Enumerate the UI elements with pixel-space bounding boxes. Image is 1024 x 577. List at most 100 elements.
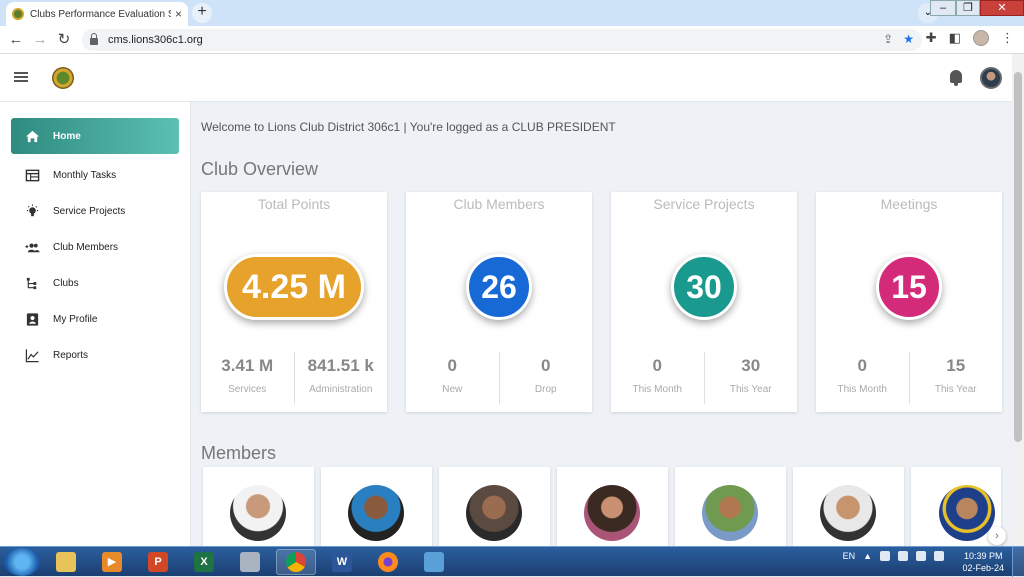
start-button[interactable] xyxy=(4,548,40,576)
projects-this-month-value: 0 xyxy=(652,356,662,375)
powerpoint-icon: P xyxy=(148,552,168,572)
browser-menu-icon[interactable]: ⋮ xyxy=(1001,30,1014,46)
taskbar-calculator[interactable] xyxy=(230,549,270,575)
language-indicator[interactable]: EN xyxy=(843,551,856,561)
taskbar-clock[interactable]: 10:39 PM 02-Feb-24 xyxy=(962,550,1004,574)
meetings-this-year-value: 15 xyxy=(946,356,966,375)
close-window-button[interactable]: ✕ xyxy=(980,0,1024,16)
share-icon[interactable]: ⇪ xyxy=(883,32,893,46)
administration-label: Administration xyxy=(309,384,373,395)
carousel-next-button[interactable]: › xyxy=(988,527,1006,545)
card-title: Service Projects xyxy=(653,196,755,212)
page-scrollbar[interactable] xyxy=(1012,54,1024,546)
bookmark-star-icon[interactable]: ★ xyxy=(903,32,914,46)
new-members-value: 0 xyxy=(447,356,457,375)
member-avatar xyxy=(230,485,286,541)
taskbar-photo-viewer[interactable] xyxy=(414,549,454,575)
back-arrow-icon[interactable]: ← xyxy=(6,30,26,50)
taskbar-powerpoint[interactable]: P xyxy=(138,549,178,575)
excel-icon: X xyxy=(194,552,214,572)
volume-icon[interactable] xyxy=(934,551,944,561)
address-bar[interactable]: cms.lions306c1.org ⇪ ★ xyxy=(82,29,922,51)
this-year-label: This Year xyxy=(934,384,977,395)
network-signal-icon[interactable] xyxy=(898,551,908,561)
sidebar-item-label: Monthly Tasks xyxy=(53,169,117,181)
club-members-card: Club Members 26 0 New 0 Drop xyxy=(406,192,592,412)
new-tab-button[interactable]: + xyxy=(192,3,212,23)
card-title: Meetings xyxy=(880,196,938,212)
action-center-icon[interactable] xyxy=(880,551,890,561)
folder-icon xyxy=(56,552,76,572)
administration-points-value: 841.51 k xyxy=(307,356,374,375)
sidebar-item-home[interactable]: Home xyxy=(11,118,179,154)
user-avatar[interactable] xyxy=(980,67,1002,89)
main-content: Welcome to Lions Club District 306c1 | Y… xyxy=(191,102,1012,547)
browser-tab-strip: Clubs Performance Evaluation Sy × + ⌄ – … xyxy=(0,0,1024,26)
tab-title: Clubs Performance Evaluation Sy xyxy=(30,8,171,20)
taskbar-firefox[interactable] xyxy=(368,549,408,575)
taskbar-explorer[interactable] xyxy=(46,549,86,575)
tray-expand-icon[interactable]: ▲ xyxy=(863,551,872,561)
minimize-button[interactable]: – xyxy=(930,0,956,16)
maximize-button[interactable]: ❐ xyxy=(956,0,980,16)
battery-icon[interactable] xyxy=(916,551,926,561)
club-overview-title: Club Overview xyxy=(201,159,319,179)
member-card[interactable] xyxy=(203,467,314,547)
browser-profile-avatar[interactable] xyxy=(973,30,989,46)
profile-card-icon xyxy=(11,312,53,327)
browser-tab[interactable]: Clubs Performance Evaluation Sy × xyxy=(6,2,188,26)
service-projects-card: Service Projects 30 0 This Month 30 This Y… xyxy=(611,192,797,412)
lightbulb-icon xyxy=(11,203,53,219)
taskbar-chrome[interactable] xyxy=(276,549,316,575)
sidebar-item-clubs[interactable]: Clubs xyxy=(11,268,179,298)
side-panel-icon[interactable]: ◧ xyxy=(949,30,961,46)
group-add-icon xyxy=(11,240,53,255)
dropped-members-value: 0 xyxy=(541,356,551,375)
drop-label: Drop xyxy=(534,384,557,395)
notification-bell-icon[interactable] xyxy=(950,70,962,86)
member-card[interactable] xyxy=(439,467,550,547)
club-members-value: 26 xyxy=(466,254,532,320)
window-controls: – ❐ ✕ xyxy=(930,0,1024,16)
sidebar-item-label: Reports xyxy=(53,349,89,361)
member-card[interactable] xyxy=(793,467,904,547)
hamburger-menu-icon[interactable] xyxy=(14,72,28,82)
sidebar-item-label: Club Members xyxy=(53,241,119,253)
sidebar-item-my-profile[interactable]: My Profile xyxy=(11,304,179,334)
sidebar: Home Monthly Tasks Service Projects Club… xyxy=(0,102,191,546)
scrollbar-thumb[interactable] xyxy=(1014,72,1022,442)
show-desktop-button[interactable] xyxy=(1012,547,1024,577)
member-card[interactable] xyxy=(675,467,786,547)
tree-icon xyxy=(11,276,53,291)
forward-arrow-icon[interactable]: → xyxy=(30,30,50,50)
member-avatar xyxy=(348,485,404,541)
system-tray: EN ▲ xyxy=(843,551,944,561)
extensions-puzzle-icon[interactable]: ✚ xyxy=(926,30,937,46)
lock-icon xyxy=(90,33,98,45)
reload-icon[interactable]: ↻ xyxy=(54,30,74,50)
sidebar-item-reports[interactable]: Reports xyxy=(11,340,179,370)
meetings-this-month-value: 0 xyxy=(857,356,867,375)
card-title: Total Points xyxy=(257,196,331,212)
taskbar-word[interactable]: W xyxy=(322,549,362,575)
taskbar-excel[interactable]: X xyxy=(184,549,224,575)
taskbar-media-player[interactable]: ▶ xyxy=(92,549,132,575)
tab-close-icon[interactable]: × xyxy=(175,7,182,21)
this-year-label: This Year xyxy=(729,384,772,395)
member-card[interactable] xyxy=(321,467,432,547)
sidebar-item-club-members[interactable]: Club Members xyxy=(11,232,179,262)
meetings-card: Meetings 15 0 This Month 15 This Year xyxy=(816,192,1002,412)
member-avatar xyxy=(820,485,876,541)
photo-viewer-icon xyxy=(424,552,444,572)
sidebar-item-label: My Profile xyxy=(53,313,98,325)
member-card[interactable] xyxy=(557,467,668,547)
sidebar-item-monthly-tasks[interactable]: Monthly Tasks xyxy=(11,160,179,190)
service-projects-value: 30 xyxy=(671,254,737,320)
chrome-icon xyxy=(286,552,306,572)
firefox-icon xyxy=(378,552,398,572)
member-avatar xyxy=(702,485,758,541)
sidebar-item-label: Home xyxy=(53,130,81,142)
sidebar-item-service-projects[interactable]: Service Projects xyxy=(11,196,179,226)
clock-date: 02-Feb-24 xyxy=(962,563,1004,573)
card-title: Club Members xyxy=(453,196,545,212)
